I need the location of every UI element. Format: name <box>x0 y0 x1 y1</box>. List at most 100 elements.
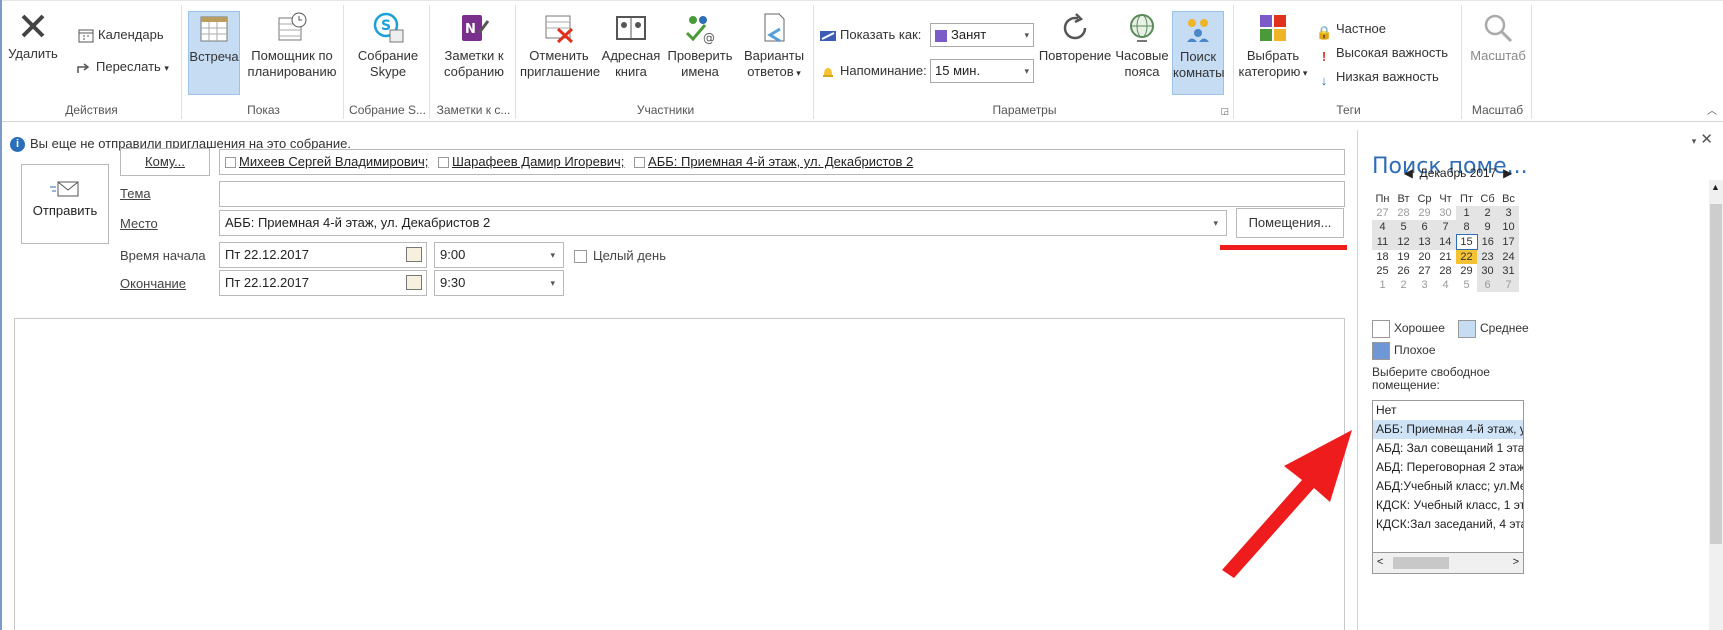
recipient-chip[interactable]: Михеев Сергей Владимирович; <box>225 154 428 169</box>
room-list-scrollbar[interactable]: < > <box>1372 552 1524 574</box>
scheduling-assistant-button[interactable]: Помощник по планированию <box>244 11 340 95</box>
room-option[interactable]: АБД: Зал совещаний 1 эта: <box>1373 439 1523 458</box>
start-date-field[interactable]: Пт 22.12.2017 <box>219 242 427 268</box>
check-names-button[interactable]: @ Проверить имена <box>664 11 736 95</box>
private-button[interactable]: 🔒 Частное <box>1316 19 1386 40</box>
end-time-field[interactable]: 9:30 ▾ <box>434 270 564 296</box>
calendar-day[interactable]: 2 <box>1393 278 1414 292</box>
chevron-down-icon[interactable]: ▾ <box>550 271 555 295</box>
calendar-day[interactable]: 29 <box>1414 206 1435 220</box>
location-field[interactable]: АББ: Приемная 4-й этаж, ул. Декабристов … <box>219 210 1227 236</box>
subject-field[interactable] <box>219 181 1345 207</box>
all-day-checkbox[interactable]: Целый день <box>574 248 666 264</box>
calendar-day[interactable]: 14 <box>1435 234 1456 250</box>
calendar-day[interactable]: 29 <box>1456 264 1477 278</box>
calendar-day[interactable]: 7 <box>1435 220 1456 235</box>
calendar-day[interactable]: 19 <box>1393 250 1414 265</box>
response-options-button[interactable]: Варианты ответов ▾ <box>738 11 810 95</box>
pane-scroll-thumb[interactable] <box>1710 204 1722 544</box>
calendar-day[interactable]: 17 <box>1498 234 1519 250</box>
reminder-dropdown[interactable]: 15 мин. ▾ <box>930 59 1034 83</box>
to-button[interactable]: Кому... <box>120 148 210 176</box>
close-icon[interactable]: ✕ <box>1700 131 1713 148</box>
calendar-day[interactable]: 2 <box>1477 206 1498 220</box>
calendar-day[interactable]: 4 <box>1435 278 1456 292</box>
calendar-day[interactable]: 27 <box>1372 206 1393 220</box>
calendar-day[interactable]: 3 <box>1414 278 1435 292</box>
calendar-picker-icon[interactable] <box>406 247 422 262</box>
calendar-day[interactable]: 15 <box>1455 234 1478 250</box>
calendar-day[interactable]: 22 <box>1456 249 1477 264</box>
calendar-day[interactable]: 16 <box>1477 234 1498 250</box>
calendar-day[interactable]: 18 <box>1372 250 1393 265</box>
rooms-button[interactable]: Помещения... <box>1236 208 1344 238</box>
room-finder-button[interactable]: Поиск комнаты <box>1172 11 1224 95</box>
room-option[interactable]: АББ: Приемная 4-й этаж, ул <box>1373 420 1523 439</box>
next-month-icon[interactable]: ▶ <box>1503 166 1512 180</box>
calendar-day[interactable]: 28 <box>1393 206 1414 220</box>
room-list[interactable]: Нет АББ: Приемная 4-й этаж, ул АБД: Зал … <box>1372 400 1524 574</box>
cancel-invitation-button[interactable]: Отменить приглашение <box>520 11 600 95</box>
forward-button[interactable]: Переслать ▾ <box>76 57 169 77</box>
categorize-button[interactable]: Выбрать категорию ▾ <box>1238 11 1308 95</box>
start-time-field[interactable]: 9:00 ▾ <box>434 242 564 268</box>
zoom-button[interactable]: Масштаб <box>1466 11 1530 95</box>
chevron-down-icon[interactable]: ▾ <box>1213 211 1218 235</box>
calendar-day[interactable]: 24 <box>1498 249 1519 264</box>
calendar-day[interactable]: 1 <box>1372 278 1393 292</box>
calendar-day[interactable]: 9 <box>1477 220 1498 235</box>
calendar-day[interactable]: 21 <box>1435 250 1456 265</box>
calendar-day[interactable]: 11 <box>1372 234 1393 250</box>
skype-meeting-button[interactable]: S Собрание Skype <box>348 11 428 95</box>
room-option[interactable]: АБД: Переговорная 2 этаж <box>1373 458 1523 477</box>
scroll-up-icon[interactable]: ▲ <box>1711 182 1720 192</box>
calendar-day[interactable]: 25 <box>1372 264 1393 278</box>
calendar-day[interactable]: 28 <box>1435 264 1456 278</box>
room-option[interactable]: АБД:Учебный класс; ул.Ме <box>1373 477 1523 496</box>
collapse-ribbon-icon[interactable]: ︿ <box>1707 102 1717 117</box>
recurrence-button[interactable]: Повторение <box>1038 11 1112 95</box>
calendar-day[interactable]: 3 <box>1498 206 1519 220</box>
delete-button[interactable]: Удалить <box>6 9 60 79</box>
calendar-day[interactable]: 8 <box>1456 220 1477 235</box>
calendar-day[interactable]: 23 <box>1477 249 1498 264</box>
scroll-right-icon[interactable]: > <box>1513 556 1519 568</box>
to-field[interactable]: Михеев Сергей Владимирович; Шарафеев Дам… <box>219 149 1345 175</box>
end-date-field[interactable]: Пт 22.12.2017 <box>219 270 427 296</box>
calendar-day[interactable]: 12 <box>1393 234 1414 250</box>
chevron-down-icon[interactable]: ▾ <box>1692 136 1697 146</box>
message-body[interactable] <box>14 318 1345 630</box>
calendar-day[interactable]: 4 <box>1372 220 1393 235</box>
calendar-picker-icon[interactable] <box>406 275 422 290</box>
scroll-thumb[interactable] <box>1393 557 1449 569</box>
dialog-launcher-icon[interactable]: ◲ <box>1220 106 1229 117</box>
high-importance-button[interactable]: ! Высокая важность <box>1316 43 1448 64</box>
calendar-day[interactable]: 6 <box>1414 220 1435 235</box>
send-button[interactable]: Отправить <box>21 164 109 244</box>
calendar-day[interactable]: 1 <box>1456 206 1477 220</box>
chevron-down-icon[interactable]: ▾ <box>550 243 555 267</box>
calendar-day[interactable]: 30 <box>1477 264 1498 278</box>
prev-month-icon[interactable]: ◀ <box>1404 166 1413 180</box>
room-option[interactable]: КДСК: Учебный класс, 1 эт <box>1373 496 1523 515</box>
recipient-chip[interactable]: АББ: Приемная 4-й этаж, ул. Декабристов … <box>634 154 913 169</box>
address-book-button[interactable]: Адресная книга <box>600 11 662 95</box>
calendar-day[interactable]: 7 <box>1498 278 1519 292</box>
meeting-notes-button[interactable]: N Заметки к собранию <box>434 11 514 95</box>
calendar-day[interactable]: 5 <box>1456 278 1477 292</box>
show-as-dropdown[interactable]: Занят ▾ <box>930 23 1034 47</box>
calendar-day[interactable]: 13 <box>1414 234 1435 250</box>
calendar-day[interactable]: 27 <box>1414 264 1435 278</box>
meeting-button[interactable]: Встреча <box>188 11 240 95</box>
room-option[interactable]: КДСК:Зал заседаний, 4 эта: <box>1373 515 1523 534</box>
calendar-day[interactable]: 10 <box>1498 220 1519 235</box>
recipient-chip[interactable]: Шарафеев Дамир Игоревич; <box>438 154 624 169</box>
scroll-left-icon[interactable]: < <box>1377 556 1383 568</box>
low-importance-button[interactable]: ↓ Низкая важность <box>1316 67 1439 88</box>
calendar-day[interactable]: 26 <box>1393 264 1414 278</box>
calendar-day[interactable]: 31 <box>1498 264 1519 278</box>
calendar-day[interactable]: 20 <box>1414 250 1435 265</box>
calendar-day[interactable]: 6 <box>1477 278 1498 292</box>
calendar-button[interactable]: Календарь <box>78 25 164 45</box>
calendar-day[interactable]: 5 <box>1393 220 1414 235</box>
